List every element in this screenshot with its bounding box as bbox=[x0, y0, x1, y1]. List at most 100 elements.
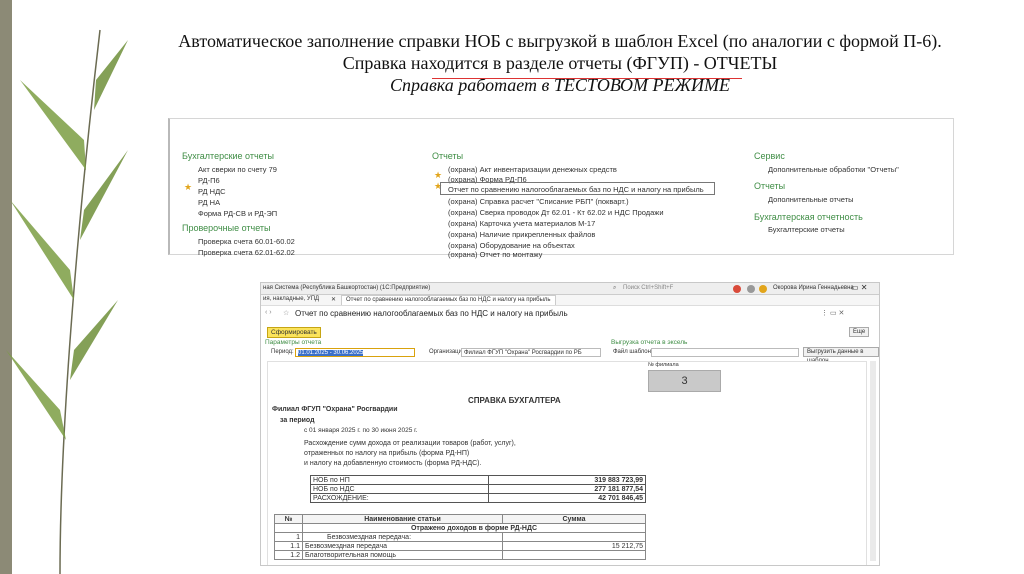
row-name: Благотворительная помощь bbox=[302, 550, 503, 560]
report-header: ‹ › ☆ Отчет по сравнению налогооблагаемы… bbox=[261, 306, 879, 324]
user-name: Окорова Ирина Геннадьевна bbox=[773, 285, 854, 291]
menu-item[interactable]: (охрана) Оборудование на объектах bbox=[448, 241, 575, 250]
menu-item[interactable]: (охрана) Сверка проводок Дт 62.01 - Кт 6… bbox=[448, 208, 664, 217]
title-bar: ная Система (Республика Башкортостан) (1… bbox=[261, 283, 879, 295]
window-title: ная Система (Республика Башкортостан) (1… bbox=[263, 285, 431, 291]
params-label: Параметры отчета bbox=[265, 339, 322, 346]
report-window-screenshot: ная Система (Республика Башкортостан) (1… bbox=[260, 282, 880, 566]
row-name: Безвозмездная передача: bbox=[302, 532, 503, 542]
detail-table: № Наименование статьи Сумма Отражено дох… bbox=[274, 514, 646, 560]
menu-item[interactable]: (охрана) Наличие прикрепленных файлов bbox=[448, 230, 595, 239]
favorites-icon[interactable] bbox=[759, 285, 767, 293]
column-header: Сумма bbox=[502, 514, 646, 524]
table-header-row: № Наименование статьи Сумма bbox=[274, 514, 646, 524]
summary-value: 277 181 877,54 bbox=[487, 484, 647, 494]
menu-heading-reports[interactable]: Отчеты bbox=[432, 151, 463, 161]
row-sum bbox=[502, 532, 646, 542]
menu-heading-reporting[interactable]: Бухгалтерская отчетность bbox=[754, 212, 863, 222]
menu-item[interactable]: (охрана) Акт инвентаризации денежных сре… bbox=[448, 165, 617, 174]
template-label: Файл шаблона: bbox=[613, 349, 656, 355]
period-input[interactable]: 01.01.2025 - 30.06.2025 bbox=[295, 348, 415, 357]
row-number: 1.1 bbox=[274, 541, 303, 551]
menu-item[interactable]: Дополнительные отчеты bbox=[768, 195, 854, 204]
summary-label: НОБ по НДС bbox=[310, 484, 489, 494]
summary-table: НОБ по НП 319 883 723,99 НОБ по НДС 277 18… bbox=[310, 475, 647, 503]
tab-report-active[interactable]: Отчет по сравнению налогооблагаемых баз … bbox=[341, 295, 556, 305]
table-row: 1.2 Благотворительная помощь bbox=[274, 550, 646, 560]
menu-item[interactable]: Акт сверки по счету 79 bbox=[198, 165, 277, 174]
menu-item-selected[interactable]: Отчет по сравнению налогооблагаемых баз … bbox=[448, 185, 704, 194]
menu-item[interactable]: Проверка счета 62.01-62.02 bbox=[198, 248, 295, 257]
search-icon[interactable]: ⌕ bbox=[613, 285, 616, 292]
report-sheet: № филиала 3 СПРАВКА БУХГАЛТЕРА Филиал ФГ… bbox=[267, 361, 867, 565]
window-controls[interactable]: ▭ ✕ bbox=[851, 283, 867, 292]
summary-label: РАСХОЖДЕНИЕ: bbox=[310, 493, 489, 503]
reports-menu-screenshot: Бухгалтерские отчеты Акт сверки по счету… bbox=[168, 118, 954, 259]
history-icon[interactable] bbox=[747, 285, 755, 293]
report-title: Отчет по сравнению налогооблагаемых баз … bbox=[295, 309, 568, 318]
branch-number-cell: 3 bbox=[648, 370, 721, 392]
menu-heading-accounting[interactable]: Бухгалтерские отчеты bbox=[182, 151, 274, 161]
row-sum bbox=[502, 550, 646, 560]
branch-number-label: № филиала bbox=[648, 362, 679, 368]
menu-item[interactable]: РД-П6 bbox=[198, 176, 220, 185]
red-underline bbox=[432, 78, 742, 79]
menu-item[interactable]: (охрана) Справка расчет "Списание РБП" (… bbox=[448, 197, 629, 206]
global-search-input[interactable]: Поиск Ctrl+Shift+F bbox=[623, 285, 673, 291]
template-file-input[interactable] bbox=[651, 348, 799, 357]
description-line-2: отраженных по налогу на прибыль (форма Р… bbox=[304, 450, 470, 457]
slide-title: Автоматическое заполнение справки НОБ с … bbox=[120, 30, 1000, 96]
table-row: 1 Безвозмездная передача: bbox=[274, 532, 646, 542]
notification-icon[interactable] bbox=[733, 285, 741, 293]
column-header: № bbox=[274, 514, 303, 524]
column-header: Наименование статьи bbox=[302, 514, 503, 524]
section-row: Отражено доходов в форме РД-НДС bbox=[274, 523, 646, 533]
favorite-star-icon[interactable]: ★ bbox=[184, 183, 192, 192]
more-button[interactable]: Еще bbox=[849, 327, 870, 337]
row-name: Безвозмездная передача bbox=[302, 541, 503, 551]
org-input[interactable]: Филиал ФГУП "Охрана" Росгвардии по РБ bbox=[461, 348, 601, 357]
nav-arrows-icon[interactable]: ‹ › bbox=[265, 309, 272, 316]
menu-heading-reports-2[interactable]: Отчеты bbox=[754, 181, 785, 191]
summary-label: НОБ по НП bbox=[310, 475, 489, 485]
org-name: Филиал ФГУП "Охрана" Росгвардии bbox=[272, 406, 398, 413]
menu-item[interactable]: Форма РД-СВ и РД-ЭП bbox=[198, 209, 277, 218]
menu-item[interactable]: РД НДС bbox=[198, 187, 226, 196]
slide: Автоматическое заполнение справки НОБ с … bbox=[0, 0, 1024, 574]
tab-close-icon[interactable]: ✕ bbox=[331, 296, 336, 303]
description-line-3: и налогу на добавленную стоимость (форма… bbox=[304, 460, 482, 467]
leaf-decoration bbox=[6, 29, 128, 574]
window-menu-icons[interactable]: ⋮ ▭ ✕ bbox=[821, 309, 844, 317]
menu-heading-service[interactable]: Сервис bbox=[754, 151, 785, 161]
menu-item[interactable]: РД НА bbox=[198, 198, 220, 207]
tab-bar: ия, накладные, УПД ✕ Отчет по сравнению … bbox=[261, 295, 879, 306]
menu-heading-checks[interactable]: Проверочные отчеты bbox=[182, 223, 271, 233]
export-label: Выгрузка отчета в эксель bbox=[611, 339, 688, 346]
menu-item[interactable]: (охрана) Отчет по монтажу bbox=[448, 250, 542, 259]
title-line-2: Справка находится в разделе отчеты (ФГУП… bbox=[342, 53, 778, 73]
star-outline-icon[interactable]: ☆ bbox=[283, 309, 289, 317]
period-label: Период: bbox=[271, 349, 294, 355]
row-number: 1.2 bbox=[274, 550, 303, 560]
report-heading: СПРАВКА БУХГАЛТЕРА bbox=[468, 396, 561, 405]
vertical-scrollbar[interactable] bbox=[870, 361, 876, 561]
row-number: 1 bbox=[274, 532, 303, 542]
menu-item[interactable]: Дополнительные обработки "Отчеты" bbox=[768, 165, 899, 174]
table-row: 1.1 Безвозмездная передача 15 212,75 bbox=[274, 541, 646, 551]
tab-documents[interactable]: ия, накладные, УПД bbox=[263, 296, 319, 302]
menu-item[interactable]: Бухгалтерские отчеты bbox=[768, 225, 845, 234]
menu-item[interactable]: (охрана) Карточка учета материалов М-17 bbox=[448, 219, 595, 228]
favorite-star-icon[interactable]: ★ bbox=[434, 171, 442, 180]
table-row: РАСХОЖДЕНИЕ: 42 701 846,45 bbox=[310, 493, 647, 503]
title-line-1: Автоматическое заполнение справки НОБ с … bbox=[178, 31, 942, 51]
period-text: с 01 января 2025 г. по 30 июня 2025 г. bbox=[304, 427, 418, 434]
period-value: 01.01.2025 - 30.06.2025 bbox=[298, 350, 364, 356]
table-row: НОБ по НДС 277 181 877,54 bbox=[310, 484, 647, 494]
menu-item[interactable]: Проверка счета 60.01-60.02 bbox=[198, 237, 295, 246]
generate-button[interactable]: Сформировать bbox=[267, 327, 321, 338]
summary-value: 319 883 723,99 bbox=[487, 475, 647, 485]
period-heading: за период bbox=[280, 417, 315, 424]
summary-value: 42 701 846,45 bbox=[487, 493, 647, 503]
description-line-1: Расхождение сумм дохода от реализации то… bbox=[304, 440, 516, 447]
export-button[interactable]: Выгрузить данные в шаблон bbox=[803, 347, 879, 364]
